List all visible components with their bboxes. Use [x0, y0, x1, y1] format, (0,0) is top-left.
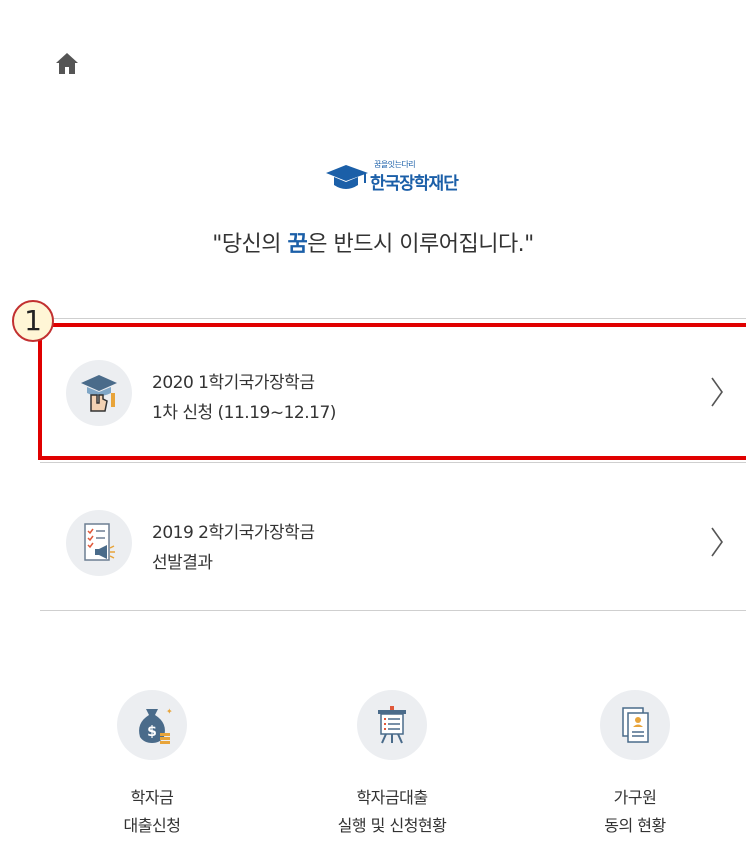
menu-subtitle: 선발결과	[152, 553, 213, 573]
step-number-badge: 1	[12, 300, 54, 342]
quick-link-loan-apply[interactable]: $ ✦ 학자금 대출신청	[72, 690, 232, 840]
highlight-box	[38, 323, 746, 460]
quick-link-line1: 가구원	[613, 788, 657, 807]
logo-name: 한국장학재단	[370, 174, 459, 194]
chevron-right-icon	[711, 527, 723, 557]
quick-link-line2: 실행 및 신청현황	[337, 816, 447, 835]
divider	[40, 318, 746, 319]
checklist-megaphone-icon	[66, 510, 132, 576]
quick-link-household-consent[interactable]: 가구원 동의 현황	[555, 690, 715, 840]
documents-icon	[600, 690, 670, 760]
slogan-before: "당신의	[212, 232, 288, 257]
quick-link-loan-status[interactable]: 학자금대출 실행 및 신청현황	[312, 690, 472, 840]
divider	[40, 610, 746, 611]
svg-text:$: $	[147, 724, 157, 740]
quick-link-line1: 학자금	[130, 788, 174, 807]
menu-title: 2019 2학기국가장학금	[152, 523, 315, 543]
money-bag-icon: $ ✦	[117, 690, 187, 760]
slogan: "당신의 꿈은 반드시 이루어집니다."	[0, 226, 746, 258]
slogan-highlight: 꿈	[287, 232, 308, 257]
quick-link-line2: 대출신청	[123, 816, 181, 835]
presentation-board-icon	[357, 690, 427, 760]
divider	[40, 462, 746, 463]
quick-link-line1: 학자금대출	[356, 788, 428, 807]
slogan-after: 은 반드시 이루어집니다."	[307, 232, 534, 257]
svg-text:✦: ✦	[166, 707, 172, 716]
quick-link-line2: 동의 현황	[604, 816, 666, 835]
menu-item-2019-scholarship-result[interactable]: 2019 2학기국가장학금 선발결과	[40, 472, 746, 610]
graduation-cap-logo-icon	[326, 165, 368, 189]
home-button[interactable]	[54, 50, 80, 76]
home-icon	[56, 53, 78, 74]
kosaf-logo: 꿈을잇는다리 한국장학재단	[324, 157, 474, 197]
